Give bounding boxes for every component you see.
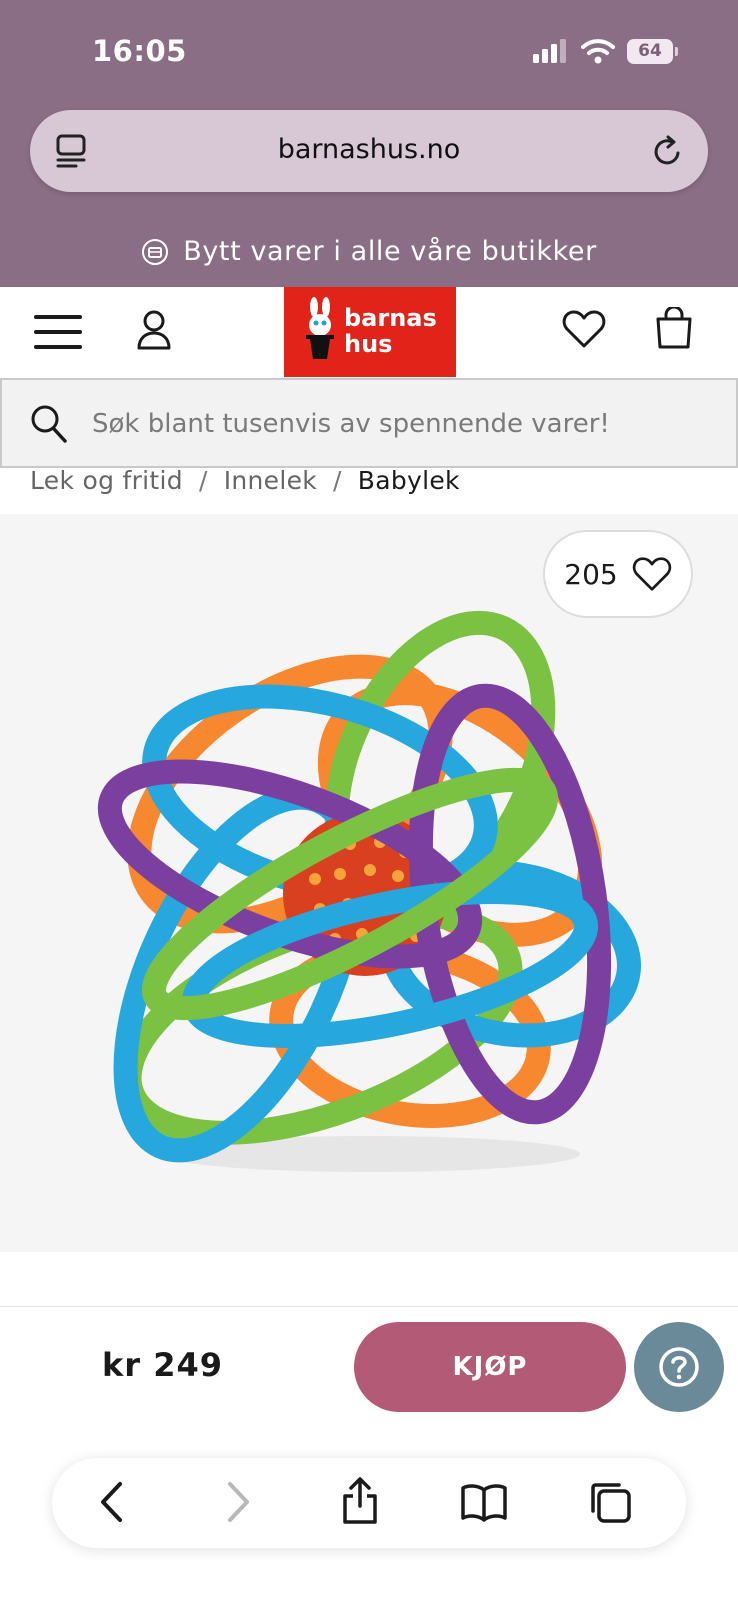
site-logo[interactable]: barnas hus [284, 287, 456, 377]
breadcrumb-item-babylek: Babylek [357, 466, 460, 495]
status-icons: 64 [533, 38, 678, 64]
wishlist-heart-icon[interactable] [562, 309, 606, 349]
shopping-bag-icon[interactable] [654, 307, 694, 351]
tabs-icon[interactable] [588, 1480, 632, 1524]
forward-icon[interactable] [226, 1480, 252, 1524]
product-image-area[interactable]: 205 [0, 514, 738, 1252]
breadcrumb-separator: / [198, 466, 208, 495]
breadcrumb-item-innelek[interactable]: Innelek [224, 466, 317, 495]
search-input[interactable] [92, 400, 712, 448]
back-icon[interactable] [98, 1480, 124, 1524]
battery-level: 64 [627, 38, 673, 64]
url-text[interactable]: barnashus.no [30, 134, 708, 165]
search-box[interactable] [0, 378, 738, 468]
status-time: 16:05 [92, 34, 187, 68]
cellular-signal-icon [533, 39, 566, 63]
heart-icon [632, 557, 671, 591]
help-button[interactable] [634, 1322, 724, 1412]
search-icon [31, 405, 67, 443]
browser-bottom-toolbar [52, 1458, 686, 1548]
promo-text: Bytt varer i alle våre butikker [183, 236, 597, 267]
breadcrumb: Lek og fritid / Innelek / Babylek [30, 466, 460, 495]
bunny-hat-logo-icon [306, 297, 334, 359]
wifi-icon [581, 39, 615, 64]
browser-top-chrome: 16:05 64 barnashus.no Bytt varer i alle … [0, 0, 738, 287]
logo-wordmark: barnas hus [344, 304, 437, 358]
site-header: barnas hus [0, 287, 738, 377]
address-bar[interactable]: barnashus.no [30, 110, 708, 192]
exchange-icon [142, 238, 169, 265]
hamburger-menu-icon[interactable] [34, 313, 82, 351]
user-account-icon[interactable] [136, 309, 172, 351]
wishlist-count: 205 [564, 557, 618, 591]
question-mark-icon [659, 1347, 699, 1387]
buy-button[interactable]: KJØP [354, 1322, 626, 1412]
breadcrumb-separator: / [333, 466, 342, 495]
reload-icon[interactable] [652, 134, 684, 168]
battery-indicator: 64 [627, 38, 678, 64]
section-divider [0, 1306, 738, 1307]
product-photo[interactable] [90, 594, 650, 1194]
bookmarks-icon[interactable] [460, 1482, 508, 1522]
product-price: kr 249 [102, 1346, 223, 1384]
share-icon[interactable] [340, 1476, 380, 1526]
breadcrumb-item-lek-og-fritid[interactable]: Lek og fritid [30, 466, 183, 495]
promo-banner[interactable]: Bytt varer i alle våre butikker [0, 236, 738, 267]
